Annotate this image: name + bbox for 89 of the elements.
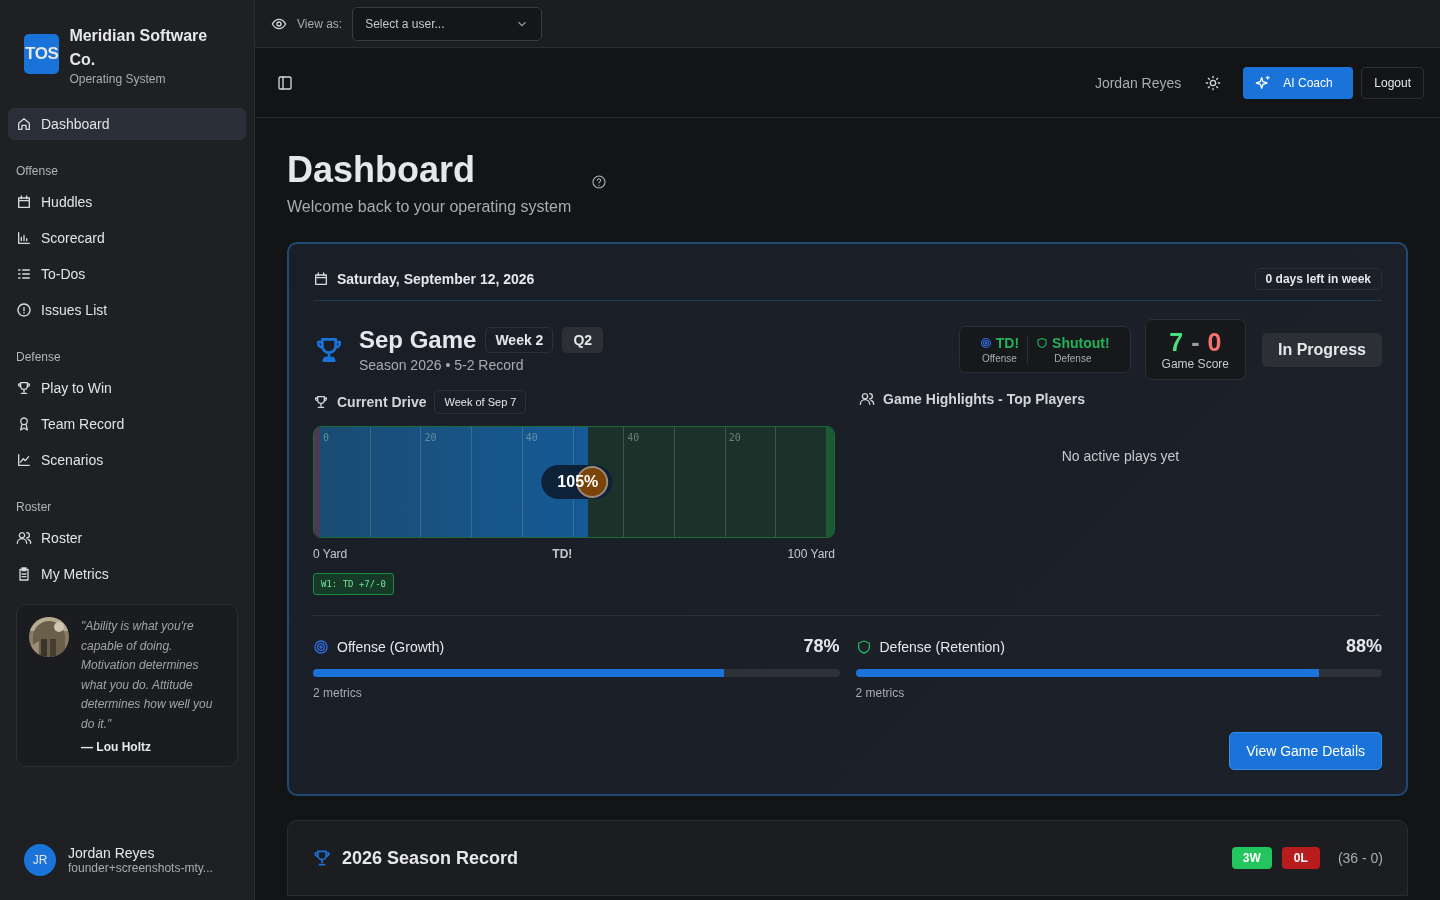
yard-marker: 40 [627, 432, 640, 443]
yard-marker: 20 [424, 432, 437, 443]
drive-title: Current Drive [337, 394, 427, 410]
nav-section-title: Defense [15, 350, 62, 364]
clipboard-icon [16, 566, 32, 582]
metric-count: 2 metrics [855, 686, 906, 700]
start-yard-label: 0 Yard [313, 547, 348, 561]
game-subtitle: Season 2026 • 5-2 Record [359, 357, 525, 373]
quarter-badge: Q2 [562, 327, 604, 353]
users-icon [16, 530, 32, 546]
touchdown-label: TD! [552, 547, 573, 561]
user-name: Jordan Reyes [1094, 74, 1182, 91]
shield-icon [1036, 337, 1049, 349]
user-name: Jordan Reyes [68, 845, 156, 861]
days-left-badge: 0 days left in week [1254, 268, 1382, 290]
page-title: Dashboard [287, 148, 477, 192]
shield-icon [855, 638, 872, 655]
nav-item[interactable]: Roster [8, 522, 246, 554]
calendar-icon [16, 194, 32, 210]
week-badge: Week of Sep 7 [434, 390, 527, 414]
status-value: Shutout! [1052, 335, 1110, 351]
trophy-icon [312, 848, 332, 868]
empty-message: No active plays yet [1060, 448, 1181, 464]
nav-item[interactable]: Huddles [8, 186, 246, 218]
status-label: Defense [1054, 353, 1092, 364]
week-badge: Week 2 [485, 327, 554, 353]
season-totals: (36 - 0) [1337, 850, 1383, 866]
trophy-icon [16, 380, 32, 396]
end-yard-label: 100 Yard [787, 547, 835, 561]
nav-item[interactable]: Dashboard [8, 108, 246, 140]
nav-item[interactable]: Scenarios [8, 444, 246, 476]
user-select[interactable]: Select a user... [352, 6, 543, 41]
alert-icon [16, 302, 32, 318]
nav-item[interactable]: My Metrics [8, 558, 246, 590]
home-icon [16, 116, 32, 132]
view-game-details-button[interactable]: View Game Details [1229, 732, 1382, 770]
users-icon [859, 391, 875, 407]
help-icon[interactable] [591, 174, 608, 190]
bar-chart-icon [16, 230, 32, 246]
user-email: founder+screenshots-mty... [68, 861, 213, 875]
metric-count: 2 metrics [313, 686, 363, 700]
calendar-icon [313, 271, 329, 287]
nav-item[interactable]: Play to Win [8, 372, 246, 404]
game-title: Sep Game [359, 326, 477, 354]
metric-value: 88% [1345, 636, 1382, 657]
page-subtitle: Welcome back to your operating system [287, 198, 572, 216]
target-icon [313, 638, 329, 655]
drive-tag: W1: TD +7/-0 [313, 573, 395, 595]
game-status-badge: In Progress [1261, 332, 1382, 367]
yard-marker: 20 [728, 432, 741, 443]
trophy-icon [313, 394, 329, 410]
nav-item[interactable]: Issues List [8, 294, 246, 326]
company-name: Meridian Software Co. [69, 26, 209, 70]
metric-value: 78% [803, 636, 840, 657]
status-value: TD! [995, 335, 1020, 351]
logout-button[interactable]: Logout [1361, 66, 1424, 99]
losses-badge: 0L [1281, 847, 1320, 869]
status-label: Offense [982, 353, 1017, 364]
company-tagline: Operating System [69, 72, 167, 86]
yard-marker: 0 [323, 432, 330, 443]
ai-coach-button[interactable]: AI Coach [1243, 66, 1354, 99]
quote-text: "Ability is what you're capable of doing. Motivation determines what you do. Attitude determines how well you do it." [81, 618, 214, 733]
score-label: Game Score [1161, 357, 1229, 371]
list-icon [16, 266, 32, 282]
quote-author: — Lou Holtz [81, 740, 152, 754]
target-icon [979, 337, 992, 349]
user-avatar: JR [24, 844, 56, 876]
home-score: 7 [1169, 328, 1184, 357]
view-as-label: View as: [297, 16, 343, 31]
nav-item[interactable]: Team Record [8, 408, 246, 440]
wins-badge: 3W [1231, 847, 1272, 869]
away-score: 0 [1207, 328, 1222, 357]
score-separator: - [1191, 328, 1200, 357]
sidebar-toggle-icon[interactable] [277, 74, 293, 91]
line-chart-icon [16, 452, 32, 468]
metric-label: Defense (Retention) [879, 638, 1005, 655]
sparkle-icon [1255, 74, 1272, 91]
nav-item[interactable]: To-Dos [8, 258, 246, 290]
drive-percent: 105% [557, 473, 599, 491]
highlights-title: Game Highlights - Top Players [883, 391, 1085, 407]
yard-marker: 40 [525, 432, 538, 443]
season-title: 2026 Season Record [342, 847, 519, 869]
logo: TOS [24, 34, 60, 74]
nav-section-title: Offense [15, 164, 59, 178]
sun-icon[interactable] [1205, 74, 1222, 91]
metric-label: Offense (Growth) [337, 638, 445, 655]
nav-section-title: Roster [15, 500, 53, 514]
game-date: Saturday, September 12, 2026 [337, 271, 535, 287]
nav-item[interactable]: Scorecard [8, 222, 246, 254]
